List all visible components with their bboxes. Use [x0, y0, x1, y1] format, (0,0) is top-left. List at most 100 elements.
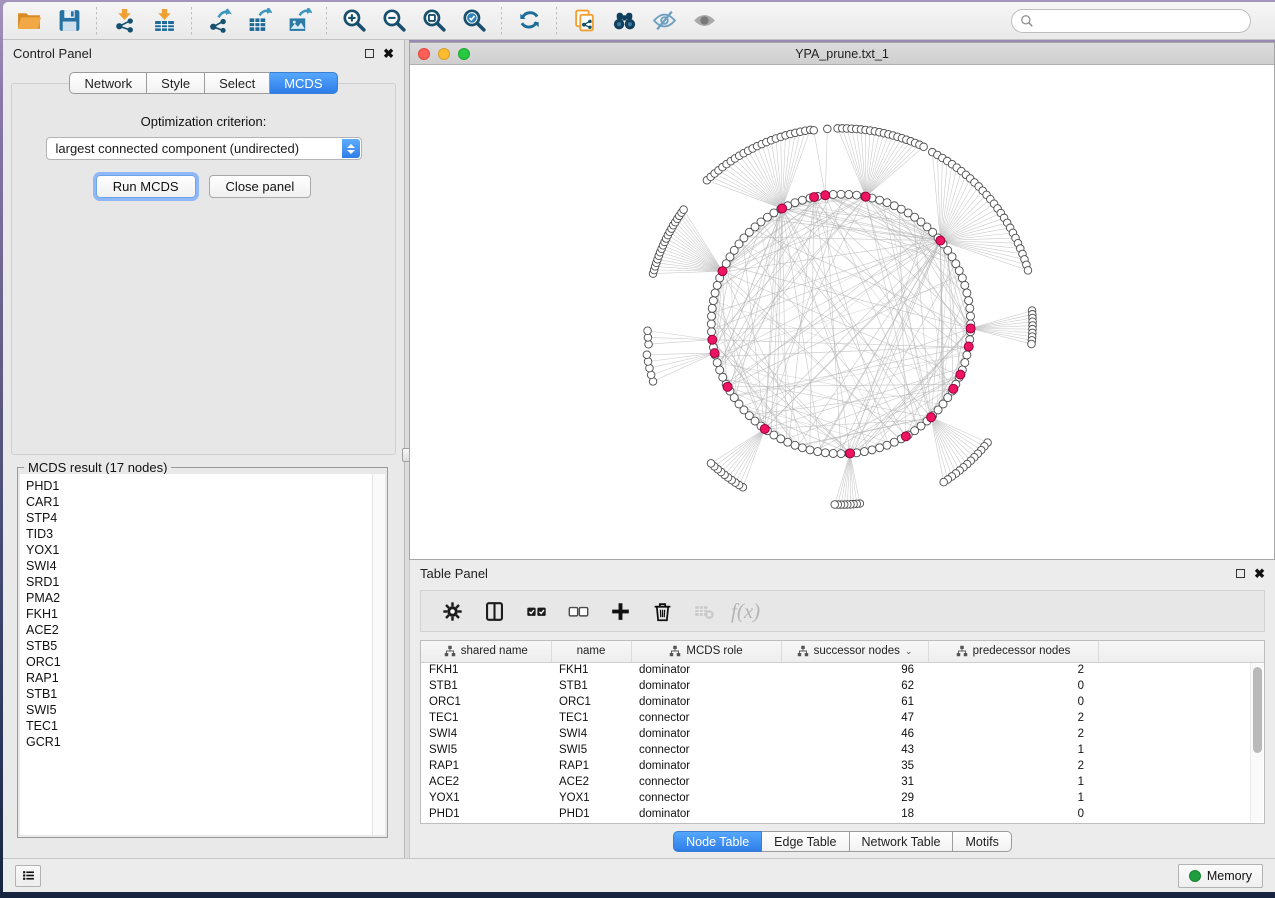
run-mcds-button[interactable]: Run MCDS	[96, 175, 196, 198]
table-cell[interactable]: 18	[781, 806, 928, 822]
table-row[interactable]: FKH1FKH1dominator962	[421, 662, 1264, 678]
optimization-criterion-select[interactable]: largest connected component (undirected)	[46, 137, 362, 160]
table-cell[interactable]: dominator	[631, 694, 781, 710]
sort-menu-icon[interactable]: ⌄	[905, 646, 913, 657]
table-cell[interactable]: 96	[781, 662, 928, 678]
column-header-MCDS-role[interactable]: MCDS role	[631, 641, 781, 662]
settings-button[interactable]	[433, 594, 471, 628]
table-cell[interactable]: RAP1	[551, 758, 631, 774]
tab-edge-table[interactable]: Edge Table	[762, 831, 849, 852]
binoculars-button[interactable]	[604, 5, 644, 37]
table-cell[interactable]: 1	[928, 790, 1098, 806]
mcds-result-item[interactable]: GCR1	[20, 734, 385, 750]
table-cell[interactable]: FKH1	[421, 662, 551, 678]
table-panel-close-icon[interactable]: ✖	[1254, 569, 1265, 578]
table-cell[interactable]: 2	[928, 726, 1098, 742]
zoom-out-button[interactable]	[374, 5, 414, 37]
table-cell[interactable]: 2	[928, 662, 1098, 678]
table-cell[interactable]: SWI5	[421, 742, 551, 758]
table-cell[interactable]: 29	[781, 790, 928, 806]
table-row[interactable]: PHD1PHD1dominator180	[421, 806, 1264, 822]
table-cell[interactable]: 2	[928, 710, 1098, 726]
function-builder-button[interactable]: f(x)	[731, 599, 760, 624]
export-image-button[interactable]	[279, 5, 319, 37]
table-cell[interactable]: ORC1	[421, 694, 551, 710]
table-cell[interactable]: PHD1	[551, 806, 631, 822]
table-cell[interactable]: dominator	[631, 726, 781, 742]
mcds-result-item[interactable]: FKH1	[20, 606, 385, 622]
table-cell[interactable]: STB1	[551, 678, 631, 694]
open-file-button[interactable]	[9, 5, 49, 37]
table-row[interactable]: TEC1TEC1connector472	[421, 710, 1264, 726]
mcds-result-item[interactable]: SWI5	[20, 702, 385, 718]
add-row-button[interactable]	[601, 594, 639, 628]
mcds-result-item[interactable]: SRD1	[20, 574, 385, 590]
delete-table-button[interactable]	[685, 594, 723, 628]
tab-style[interactable]: Style	[147, 72, 205, 94]
tab-mcds[interactable]: MCDS	[270, 72, 337, 94]
table-row[interactable]: SWI5SWI5connector431	[421, 742, 1264, 758]
table-cell[interactable]: ACE2	[421, 774, 551, 790]
mcds-result-item[interactable]: CAR1	[20, 494, 385, 510]
table-cell[interactable]: dominator	[631, 662, 781, 678]
table-cell[interactable]: dominator	[631, 678, 781, 694]
table-cell[interactable]: SWI4	[421, 726, 551, 742]
refresh-button[interactable]	[509, 5, 549, 37]
table-panel-float-icon[interactable]	[1236, 569, 1245, 578]
zoom-selected-button[interactable]	[454, 5, 494, 37]
table-cell[interactable]: YOX1	[551, 790, 631, 806]
table-cell[interactable]: 62	[781, 678, 928, 694]
mcds-result-item[interactable]: TID3	[20, 526, 385, 542]
table-cell[interactable]: connector	[631, 742, 781, 758]
export-network-button[interactable]	[199, 5, 239, 37]
deselect-all-button[interactable]	[559, 594, 597, 628]
table-cell[interactable]: 46	[781, 726, 928, 742]
tab-network-table[interactable]: Network Table	[850, 831, 954, 852]
table-cell[interactable]: connector	[631, 790, 781, 806]
table-cell[interactable]: 0	[928, 694, 1098, 710]
select-all-button[interactable]	[517, 594, 555, 628]
copy-share-button[interactable]	[564, 5, 604, 37]
table-cell[interactable]: 2	[928, 758, 1098, 774]
column-header-shared-name[interactable]: shared name	[421, 641, 551, 662]
export-table-button[interactable]	[239, 5, 279, 37]
table-scrollbar-thumb[interactable]	[1253, 667, 1262, 753]
table-cell[interactable]: SWI4	[551, 726, 631, 742]
table-cell[interactable]: 47	[781, 710, 928, 726]
column-header-successor-nodes[interactable]: successor nodes⌄	[781, 641, 928, 662]
control-panel-close-icon[interactable]: ✖	[383, 49, 394, 58]
table-cell[interactable]: TEC1	[421, 710, 551, 726]
mcds-result-item[interactable]: PHD1	[20, 478, 385, 494]
mcds-result-item[interactable]: PMA2	[20, 590, 385, 606]
mcds-result-item[interactable]: SWI4	[20, 558, 385, 574]
table-row[interactable]: STB1STB1dominator620	[421, 678, 1264, 694]
table-cell[interactable]: 35	[781, 758, 928, 774]
table-cell[interactable]: dominator	[631, 758, 781, 774]
table-row[interactable]: ACE2ACE2connector311	[421, 774, 1264, 790]
delete-row-button[interactable]	[643, 594, 681, 628]
table-cell[interactable]: ACE2	[551, 774, 631, 790]
table-cell[interactable]: YOX1	[421, 790, 551, 806]
memory-button[interactable]: Memory	[1178, 864, 1263, 888]
table-cell[interactable]: 31	[781, 774, 928, 790]
zoom-in-button[interactable]	[334, 5, 374, 37]
control-panel-float-icon[interactable]	[365, 49, 374, 58]
table-row[interactable]: SWI4SWI4dominator462	[421, 726, 1264, 742]
mcds-result-item[interactable]: STB5	[20, 638, 385, 654]
table-cell[interactable]: 1	[928, 774, 1098, 790]
mcds-result-item[interactable]: ACE2	[20, 622, 385, 638]
mcds-result-list[interactable]: PHD1CAR1STP4TID3YOX1SWI4SRD1PMA2FKH1ACE2…	[20, 474, 385, 835]
table-cell[interactable]: FKH1	[551, 662, 631, 678]
table-cell[interactable]: PHD1	[421, 806, 551, 822]
table-cell[interactable]: 1	[928, 742, 1098, 758]
table-cell[interactable]: TEC1	[551, 710, 631, 726]
table-cell[interactable]: RAP1	[421, 758, 551, 774]
mcds-result-item[interactable]: RAP1	[20, 670, 385, 686]
table-cell[interactable]: connector	[631, 710, 781, 726]
table-cell[interactable]: STB1	[421, 678, 551, 694]
table-cell[interactable]: 61	[781, 694, 928, 710]
search-input[interactable]	[1039, 14, 1242, 28]
tab-select[interactable]: Select	[205, 72, 270, 94]
table-cell[interactable]: 43	[781, 742, 928, 758]
mcds-result-item[interactable]: STB1	[20, 686, 385, 702]
